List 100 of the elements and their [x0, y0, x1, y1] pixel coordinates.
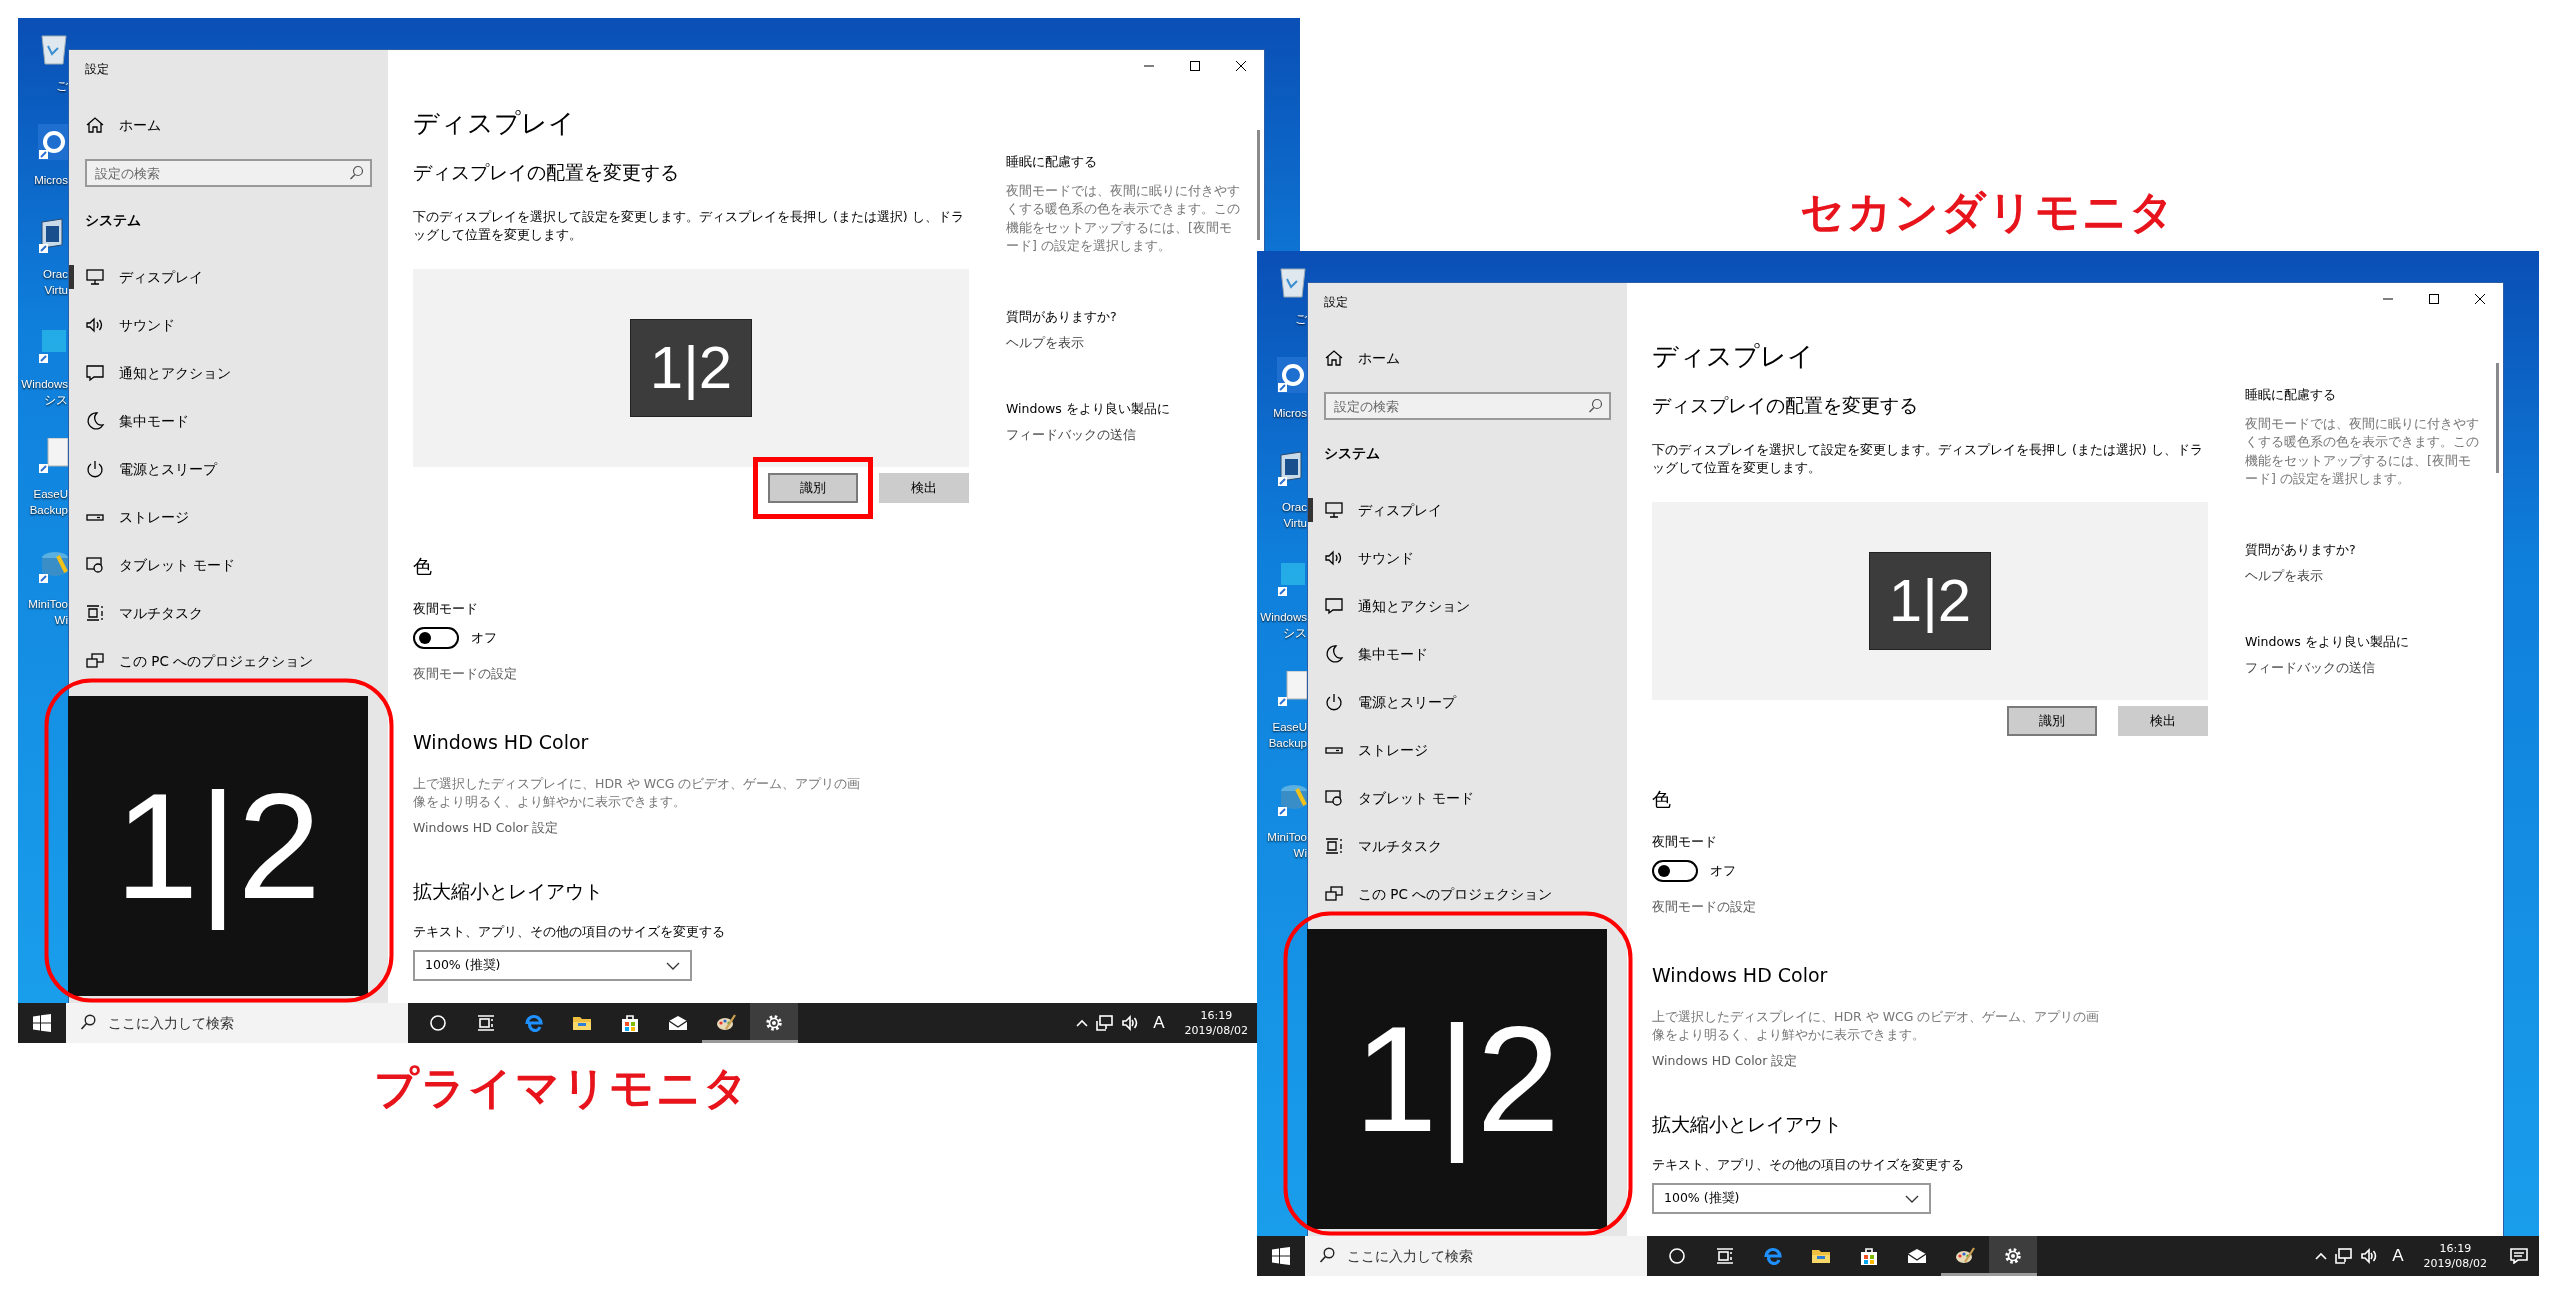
- toggle-state: オフ: [471, 629, 497, 647]
- clock-date[interactable]: 2019/08/02: [1184, 1023, 1248, 1038]
- link[interactable]: Windows HD Color 設定: [413, 819, 969, 837]
- clock-time[interactable]: 16:19: [1200, 1008, 1233, 1023]
- button[interactable]: 検出: [2118, 706, 2208, 736]
- maximize-icon[interactable]: [2428, 293, 2440, 305]
- input-indicator[interactable]: A: [2386, 1243, 2410, 1269]
- icon-label: ご: [1295, 312, 1307, 327]
- description: 上で選択したディスプレイに、HDR や WCG のビデオ、ゲーム、アプリの画像をより明るく、より鮮やかに表示できます。: [413, 775, 862, 811]
- link[interactable]: Windows HD Color 設定: [1652, 1052, 2208, 1070]
- icon-label: MiniToo Wi: [28, 597, 68, 628]
- setting-label: 夜間モード: [413, 600, 479, 618]
- circle-icon: [428, 1013, 448, 1033]
- scrollbar[interactable]: [1257, 130, 1260, 240]
- close-icon[interactable]: [1235, 60, 1247, 72]
- nav-item[interactable]: サウンド: [1308, 534, 1611, 582]
- taskbar-button[interactable]: [1989, 1236, 2037, 1276]
- monitor-tile[interactable]: 1|2: [630, 319, 752, 417]
- nav-item[interactable]: この PC へのプロジェクション: [69, 637, 372, 685]
- clock-time[interactable]: 16:19: [2439, 1241, 2472, 1256]
- icon-label: Orac Virtu: [1282, 500, 1307, 531]
- button[interactable]: 識別: [2007, 706, 2097, 736]
- moon-icon: [1324, 644, 1344, 664]
- nav-item[interactable]: 通知とアクション: [1308, 582, 1611, 630]
- icon-label: Micros: [1273, 406, 1307, 421]
- nav-item[interactable]: ストレージ: [69, 493, 372, 541]
- dropdown[interactable]: 100% (推奨): [413, 950, 692, 981]
- search-icon: [1588, 398, 1603, 413]
- icon-label: EaseU Backup: [1268, 720, 1307, 751]
- chevron-up-icon[interactable]: [2315, 1251, 2328, 1261]
- search-field[interactable]: 設定の検索: [1324, 392, 1611, 420]
- search-icon: [1319, 1247, 1335, 1263]
- description: 上で選択したディスプレイに、HDR や WCG のビデオ、ゲーム、アプリの画像をより明るく、より鮮やかに表示できます。: [1652, 1008, 2101, 1044]
- description: 下のディスプレイを選択して設定を変更します。ディスプレイを長押し (または選択) し、ドラッグして位置を変更します。: [1652, 441, 2204, 477]
- home-link[interactable]: ホーム: [1308, 334, 1611, 382]
- windows-logo-icon[interactable]: [1272, 1247, 1290, 1265]
- link[interactable]: フィードバックの送信: [1006, 426, 1244, 445]
- close-icon[interactable]: [2474, 293, 2486, 305]
- circle-icon: [1667, 1246, 1687, 1266]
- nav-item[interactable]: 集中モード: [69, 397, 372, 445]
- volume-icon[interactable]: [1122, 1015, 1140, 1031]
- section-heading: 色: [1652, 787, 1672, 812]
- nav-item[interactable]: マルチタスク: [1308, 822, 1611, 870]
- envelope-icon: [1907, 1246, 1927, 1266]
- maximize-icon[interactable]: [1189, 60, 1201, 72]
- link[interactable]: ヘルプを表示: [1006, 334, 1244, 353]
- tip-heading: 質問がありますか?: [1006, 307, 1118, 326]
- network-icon[interactable]: [2335, 1248, 2354, 1264]
- nav-item[interactable]: この PC へのプロジェクション: [1308, 870, 1611, 918]
- task-view-icon: [476, 1013, 496, 1033]
- app-icon: [1277, 561, 1307, 597]
- nav-item[interactable]: サウンド: [69, 301, 372, 349]
- windows-logo-icon[interactable]: [33, 1014, 51, 1032]
- link[interactable]: ヘルプを表示: [2245, 567, 2483, 586]
- button[interactable]: 識別: [768, 473, 858, 503]
- nav-item[interactable]: タブレット モード: [69, 541, 372, 589]
- taskbar-button[interactable]: [750, 1003, 798, 1043]
- tip-heading: Windows をより良い製品に: [1006, 399, 1171, 418]
- caption: プライマリモニタ: [374, 1061, 750, 1115]
- nav-item[interactable]: 集中モード: [1308, 630, 1611, 678]
- nav-item[interactable]: ディスプレイ: [69, 253, 372, 301]
- section-heading: 色: [413, 554, 433, 579]
- nav-item[interactable]: ディスプレイ: [1308, 486, 1611, 534]
- palette-icon: [1955, 1246, 1975, 1266]
- monitor-tile[interactable]: 1|2: [1869, 552, 1991, 650]
- clock-date[interactable]: 2019/08/02: [2423, 1256, 2487, 1271]
- nav-item[interactable]: ストレージ: [1308, 726, 1611, 774]
- toggle-switch[interactable]: [1652, 860, 1698, 882]
- network-icon[interactable]: [1096, 1015, 1115, 1031]
- link[interactable]: フィードバックの送信: [2245, 659, 2483, 678]
- search-field[interactable]: ここに入力して検索: [66, 1003, 408, 1043]
- input-indicator[interactable]: A: [1147, 1010, 1171, 1036]
- icon-label: EaseU Backup: [29, 487, 68, 518]
- nav-item[interactable]: 通知とアクション: [69, 349, 372, 397]
- search-field[interactable]: 設定の検索: [85, 159, 372, 187]
- toggle-switch[interactable]: [413, 627, 459, 649]
- icon-label: Orac Virtu: [43, 267, 68, 298]
- button[interactable]: 検出: [879, 473, 969, 503]
- description: 下のディスプレイを選択して設定を変更します。ディスプレイを長押し (または選択) し、ドラッグして位置を変更します。: [413, 208, 965, 244]
- chevron-up-icon[interactable]: [1076, 1018, 1089, 1028]
- nav-item[interactable]: タブレット モード: [1308, 774, 1611, 822]
- search-field[interactable]: ここに入力して検索: [1305, 1236, 1647, 1276]
- tip-text: 夜間モードでは、夜間に眠りに付きやすくする暖色系の色を表示できます。この機能をセットアップするには、[夜間モード] の設定を選択します。: [2245, 414, 2480, 488]
- section-heading: 拡大縮小とレイアウト: [1652, 1112, 1843, 1137]
- moon-icon: [85, 411, 105, 431]
- volume-icon[interactable]: [2361, 1248, 2379, 1264]
- scrollbar[interactable]: [2496, 363, 2499, 473]
- nav-item[interactable]: 電源とスリープ: [1308, 678, 1611, 726]
- chevron-down-icon: [1905, 1194, 1919, 1203]
- tip-heading: 睡眠に配慮する: [2245, 386, 2337, 404]
- link[interactable]: 夜間モードの設定: [413, 665, 969, 683]
- window-title: 設定: [1323, 294, 1349, 311]
- home-link[interactable]: ホーム: [69, 101, 372, 149]
- dropdown[interactable]: 100% (推奨): [1652, 1183, 1931, 1214]
- section-heading: Windows HD Color: [1652, 963, 1829, 988]
- nav-item[interactable]: マルチタスク: [69, 589, 372, 637]
- notification-icon[interactable]: [2510, 1248, 2528, 1264]
- nav-item[interactable]: 電源とスリープ: [69, 445, 372, 493]
- link[interactable]: 夜間モードの設定: [1652, 898, 2208, 916]
- setting-label: 夜間モード: [1652, 833, 1718, 851]
